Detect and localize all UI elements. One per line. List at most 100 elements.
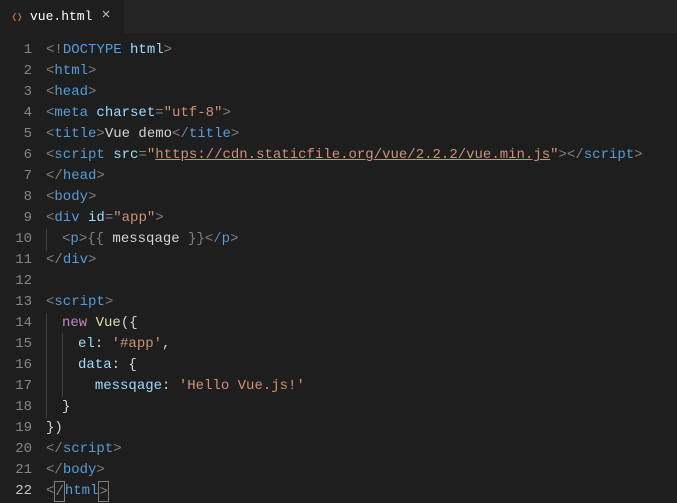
code-token: < <box>46 82 54 103</box>
code-token: } <box>62 397 70 418</box>
code-token: }} <box>188 229 205 250</box>
code-token: Vue demo <box>105 124 172 145</box>
code-token: "utf-8" <box>164 103 223 124</box>
code-line[interactable]: <html> <box>46 61 677 82</box>
code-line[interactable]: </body> <box>46 460 677 481</box>
code-token: src <box>113 145 138 166</box>
code-token: </ <box>46 250 63 271</box>
code-token: > <box>222 103 230 124</box>
code-line[interactable]: }) <box>46 418 677 439</box>
code-token: , <box>162 334 170 355</box>
code-line[interactable]: <title>Vue demo</title> <box>46 124 677 145</box>
code-token: < <box>46 103 54 124</box>
line-number: 18 <box>0 397 32 418</box>
code-token: > <box>88 82 96 103</box>
code-token: head <box>63 166 97 187</box>
code-line[interactable]: new Vue({ <box>46 313 677 334</box>
code-token: > <box>105 292 113 313</box>
code-editor[interactable]: 12345678910111213141516171819202122 <!DO… <box>0 34 677 500</box>
code-line[interactable]: <div id="app"> <box>46 208 677 229</box>
code-line[interactable]: <script src="https://cdn.staticfile.org/… <box>46 145 677 166</box>
code-line[interactable]: </script> <box>46 439 677 460</box>
tab-vue-html[interactable]: vue.html <box>0 0 124 33</box>
code-token: : <box>95 334 112 355</box>
code-token: title <box>54 124 96 145</box>
line-number: 5 <box>0 124 32 145</box>
code-token: = <box>138 145 146 166</box>
code-token: < <box>46 145 54 166</box>
code-line[interactable]: el: '#app', <box>46 334 677 355</box>
code-file-icon <box>10 10 24 24</box>
code-token: messqage <box>95 376 162 397</box>
indent-guide <box>46 397 62 418</box>
code-token: charset <box>96 103 155 124</box>
code-token: ({ <box>121 313 138 334</box>
code-line[interactable]: messqage: 'Hello Vue.js!' <box>46 376 677 397</box>
code-line[interactable]: data: { <box>46 355 677 376</box>
code-token: new <box>62 313 87 334</box>
code-token: "app" <box>113 208 155 229</box>
code-line[interactable]: </head> <box>46 166 677 187</box>
code-token: < <box>46 292 54 313</box>
code-line[interactable]: <meta charset="utf-8"> <box>46 103 677 124</box>
code-token: meta <box>54 103 88 124</box>
code-token: </ <box>46 166 63 187</box>
code-token: ></ <box>559 145 584 166</box>
code-content[interactable]: <!DOCTYPE html><html><head><meta charset… <box>46 34 677 500</box>
line-number: 15 <box>0 334 32 355</box>
code-line[interactable]: <p>{{ messqage }}</p> <box>46 229 677 250</box>
code-token <box>105 145 113 166</box>
indent-guide <box>46 355 62 376</box>
code-token: script <box>54 145 104 166</box>
line-number: 1 <box>0 40 32 61</box>
code-token: script <box>54 292 104 313</box>
code-token: " <box>147 145 155 166</box>
close-icon[interactable] <box>98 8 114 25</box>
code-token: > <box>88 61 96 82</box>
code-token: > <box>155 208 163 229</box>
code-line[interactable]: </div> <box>46 250 677 271</box>
code-line[interactable]: <head> <box>46 82 677 103</box>
code-line[interactable]: <!DOCTYPE html> <box>46 40 677 61</box>
code-token: script <box>63 439 113 460</box>
code-token: body <box>63 460 97 481</box>
code-token: : <box>162 376 179 397</box>
code-token: el <box>78 334 95 355</box>
code-token: https://cdn.staticfile.org/vue/2.2.2/vue… <box>155 145 550 166</box>
code-token: = <box>105 208 113 229</box>
code-line[interactable]: } <box>46 397 677 418</box>
code-token: > <box>88 187 96 208</box>
code-token: = <box>155 103 163 124</box>
code-token: p <box>222 229 230 250</box>
code-token: < <box>46 187 54 208</box>
indent-guide <box>62 334 78 355</box>
code-token: < <box>62 229 70 250</box>
code-line[interactable] <box>46 271 677 292</box>
code-token: </ <box>46 439 63 460</box>
indent-guide <box>46 313 62 334</box>
indent-guide <box>62 355 78 376</box>
line-number: 21 <box>0 460 32 481</box>
line-number: 10 <box>0 229 32 250</box>
code-token: '#app' <box>112 334 162 355</box>
code-token <box>88 103 96 124</box>
code-token: DOCTYPE <box>63 40 122 61</box>
code-token: > <box>231 124 239 145</box>
code-line[interactable]: </html> <box>46 481 677 502</box>
code-token: > <box>634 145 642 166</box>
code-token: > <box>98 481 108 502</box>
code-line[interactable]: <body> <box>46 187 677 208</box>
code-token: " <box>550 145 558 166</box>
code-token: div <box>63 250 88 271</box>
code-line[interactable]: <script> <box>46 292 677 313</box>
line-number: 20 <box>0 439 32 460</box>
line-number: 2 <box>0 61 32 82</box>
line-number: 19 <box>0 418 32 439</box>
code-token: > <box>96 460 104 481</box>
code-token: / <box>54 481 64 502</box>
code-token: p <box>70 229 78 250</box>
code-token: > <box>79 229 87 250</box>
code-token: </ <box>205 229 222 250</box>
tab-filename: vue.html <box>30 9 92 24</box>
code-token: > <box>230 229 238 250</box>
